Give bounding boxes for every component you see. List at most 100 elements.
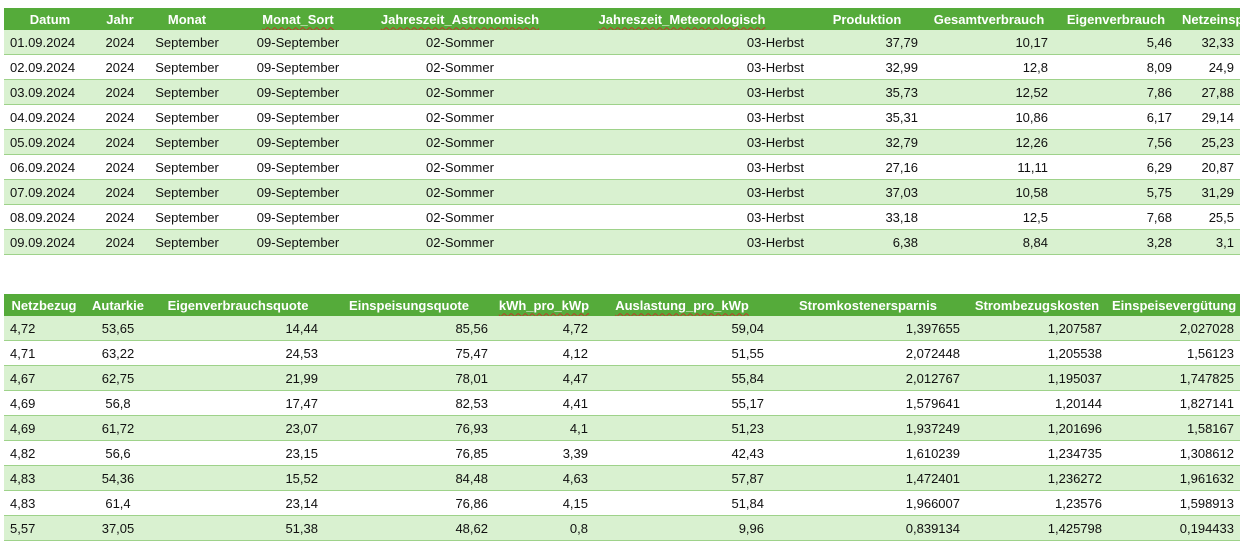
cell-jahr[interactable]: 2024 — [96, 79, 144, 105]
cell-einspeiseverguetung[interactable]: 1,598913 — [1108, 490, 1240, 516]
cell-jahr[interactable]: 2024 — [96, 30, 144, 55]
cell-jahr[interactable]: 2024 — [96, 229, 144, 255]
column-header-jahreszeit-meteorologisch[interactable]: Jahreszeit_Meteorologisch — [554, 8, 810, 30]
cell-monat[interactable]: September — [144, 54, 230, 80]
cell-netzeinspeisung[interactable]: 31,29 — [1178, 179, 1240, 205]
cell-monat-sort[interactable]: 09-September — [230, 104, 366, 130]
cell-netzbezug[interactable]: 5,57 — [4, 515, 84, 541]
cell-netzeinspeisung[interactable]: 32,33 — [1178, 30, 1240, 55]
cell-jahreszeit-astronomisch[interactable]: 02-Sommer — [366, 30, 554, 55]
cell-netzbezug[interactable]: 4,72 — [4, 316, 84, 341]
cell-eigenverbrauch[interactable]: 7,86 — [1054, 79, 1178, 105]
cell-eigenverbrauchsquote[interactable]: 51,38 — [152, 515, 324, 541]
cell-auslastung-pro-kwp[interactable]: 59,04 — [594, 316, 770, 341]
cell-autarkie[interactable]: 56,8 — [84, 390, 152, 416]
cell-auslastung-pro-kwp[interactable]: 57,87 — [594, 465, 770, 491]
cell-einspeiseverguetung[interactable]: 1,827141 — [1108, 390, 1240, 416]
cell-netzeinspeisung[interactable]: 27,88 — [1178, 79, 1240, 105]
cell-monat-sort[interactable]: 09-September — [230, 179, 366, 205]
cell-kwh-pro-kwp[interactable]: 4,41 — [494, 390, 594, 416]
cell-gesamtverbrauch[interactable]: 12,8 — [924, 54, 1054, 80]
cell-jahreszeit-astronomisch[interactable]: 02-Sommer — [366, 129, 554, 155]
column-header-einspeisungsquote[interactable]: Einspeisungsquote — [324, 294, 494, 316]
cell-jahreszeit-meteorologisch[interactable]: 03-Herbst — [554, 204, 810, 230]
cell-datum[interactable]: 08.09.2024 — [4, 204, 96, 230]
cell-gesamtverbrauch[interactable]: 10,17 — [924, 30, 1054, 55]
cell-auslastung-pro-kwp[interactable]: 55,17 — [594, 390, 770, 416]
cell-eigenverbrauch[interactable]: 5,75 — [1054, 179, 1178, 205]
cell-einspeisungsquote[interactable]: 82,53 — [324, 390, 494, 416]
cell-kwh-pro-kwp[interactable]: 4,15 — [494, 490, 594, 516]
column-header-netzbezug[interactable]: Netzbezug — [4, 294, 84, 316]
cell-kwh-pro-kwp[interactable]: 3,39 — [494, 440, 594, 466]
cell-strombezugskosten[interactable]: 1,20144 — [966, 390, 1108, 416]
cell-monat-sort[interactable]: 09-September — [230, 54, 366, 80]
column-header-eigenverbrauch[interactable]: Eigenverbrauch — [1054, 8, 1178, 30]
cell-datum[interactable]: 05.09.2024 — [4, 129, 96, 155]
cell-strombezugskosten[interactable]: 1,425798 — [966, 515, 1108, 541]
cell-einspeisungsquote[interactable]: 84,48 — [324, 465, 494, 491]
cell-kwh-pro-kwp[interactable]: 4,63 — [494, 465, 594, 491]
cell-monat[interactable]: September — [144, 79, 230, 105]
cell-strombezugskosten[interactable]: 1,23576 — [966, 490, 1108, 516]
cell-netzbezug[interactable]: 4,83 — [4, 465, 84, 491]
cell-datum[interactable]: 02.09.2024 — [4, 54, 96, 80]
cell-jahreszeit-meteorologisch[interactable]: 03-Herbst — [554, 229, 810, 255]
cell-eigenverbrauch[interactable]: 7,68 — [1054, 204, 1178, 230]
cell-autarkie[interactable]: 37,05 — [84, 515, 152, 541]
cell-jahreszeit-meteorologisch[interactable]: 03-Herbst — [554, 129, 810, 155]
cell-produktion[interactable]: 27,16 — [810, 154, 924, 180]
cell-jahreszeit-astronomisch[interactable]: 02-Sommer — [366, 204, 554, 230]
cell-strombezugskosten[interactable]: 1,207587 — [966, 316, 1108, 341]
cell-gesamtverbrauch[interactable]: 12,5 — [924, 204, 1054, 230]
cell-monat-sort[interactable]: 09-September — [230, 30, 366, 55]
cell-kwh-pro-kwp[interactable]: 4,12 — [494, 340, 594, 366]
cell-eigenverbrauch[interactable]: 8,09 — [1054, 54, 1178, 80]
cell-einspeisungsquote[interactable]: 48,62 — [324, 515, 494, 541]
cell-einspeiseverguetung[interactable]: 2,027028 — [1108, 316, 1240, 341]
cell-jahreszeit-meteorologisch[interactable]: 03-Herbst — [554, 30, 810, 55]
cell-jahr[interactable]: 2024 — [96, 129, 144, 155]
column-header-einspeiseverguetung[interactable]: Einspeisevergütung — [1108, 294, 1240, 316]
cell-produktion[interactable]: 37,03 — [810, 179, 924, 205]
cell-monat-sort[interactable]: 09-September — [230, 154, 366, 180]
cell-eigenverbrauch[interactable]: 7,56 — [1054, 129, 1178, 155]
cell-einspeiseverguetung[interactable]: 1,56123 — [1108, 340, 1240, 366]
cell-jahr[interactable]: 2024 — [96, 179, 144, 205]
cell-monat-sort[interactable]: 09-September — [230, 204, 366, 230]
cell-autarkie[interactable]: 61,4 — [84, 490, 152, 516]
cell-datum[interactable]: 04.09.2024 — [4, 104, 96, 130]
cell-strombezugskosten[interactable]: 1,234735 — [966, 440, 1108, 466]
cell-auslastung-pro-kwp[interactable]: 51,23 — [594, 415, 770, 441]
cell-datum[interactable]: 09.09.2024 — [4, 229, 96, 255]
cell-monat[interactable]: September — [144, 229, 230, 255]
cell-einspeisungsquote[interactable]: 76,85 — [324, 440, 494, 466]
cell-strombezugskosten[interactable]: 1,236272 — [966, 465, 1108, 491]
cell-netzbezug[interactable]: 4,83 — [4, 490, 84, 516]
cell-eigenverbrauchsquote[interactable]: 23,07 — [152, 415, 324, 441]
cell-jahreszeit-astronomisch[interactable]: 02-Sommer — [366, 229, 554, 255]
cell-jahreszeit-meteorologisch[interactable]: 03-Herbst — [554, 154, 810, 180]
cell-autarkie[interactable]: 54,36 — [84, 465, 152, 491]
cell-eigenverbrauchsquote[interactable]: 14,44 — [152, 316, 324, 341]
cell-eigenverbrauchsquote[interactable]: 21,99 — [152, 365, 324, 391]
cell-netzbezug[interactable]: 4,71 — [4, 340, 84, 366]
cell-eigenverbrauchsquote[interactable]: 15,52 — [152, 465, 324, 491]
cell-netzeinspeisung[interactable]: 24,9 — [1178, 54, 1240, 80]
cell-strombezugskosten[interactable]: 1,195037 — [966, 365, 1108, 391]
cell-jahreszeit-astronomisch[interactable]: 02-Sommer — [366, 79, 554, 105]
cell-jahreszeit-astronomisch[interactable]: 02-Sommer — [366, 104, 554, 130]
column-header-eigenverbrauchsquote[interactable]: Eigenverbrauchsquote — [152, 294, 324, 316]
cell-monat[interactable]: September — [144, 104, 230, 130]
cell-jahreszeit-meteorologisch[interactable]: 03-Herbst — [554, 79, 810, 105]
cell-monat[interactable]: September — [144, 129, 230, 155]
cell-autarkie[interactable]: 62,75 — [84, 365, 152, 391]
cell-netzeinspeisung[interactable]: 25,23 — [1178, 129, 1240, 155]
cell-monat[interactable]: September — [144, 154, 230, 180]
cell-eigenverbrauch[interactable]: 6,17 — [1054, 104, 1178, 130]
cell-datum[interactable]: 01.09.2024 — [4, 30, 96, 55]
cell-eigenverbrauchsquote[interactable]: 23,15 — [152, 440, 324, 466]
cell-eigenverbrauch[interactable]: 3,28 — [1054, 229, 1178, 255]
cell-jahreszeit-astronomisch[interactable]: 02-Sommer — [366, 54, 554, 80]
cell-stromkostenersparnis[interactable]: 2,012767 — [770, 365, 966, 391]
